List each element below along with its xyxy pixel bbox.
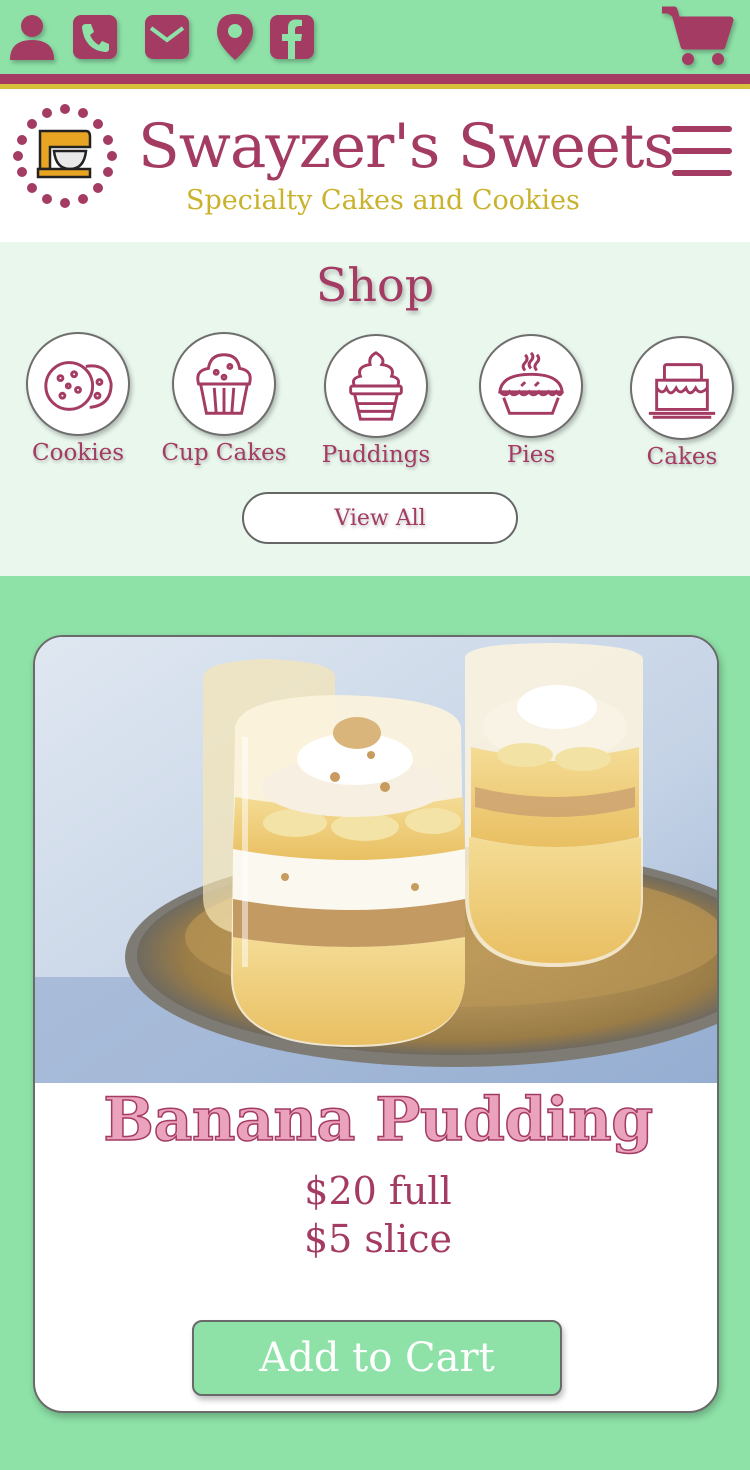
cart-icon[interactable]	[660, 4, 734, 68]
category-label: Cakes	[646, 444, 718, 470]
category-label: Cookies	[32, 440, 124, 466]
phone-icon[interactable]	[71, 12, 119, 62]
top-contact-bar	[0, 0, 750, 74]
cake-icon	[648, 363, 716, 419]
category-cakes[interactable]: Cakes	[612, 336, 750, 470]
category-cup-cakes[interactable]: Cup Cakes	[154, 332, 294, 466]
shop-section: Shop Cookies Cup Cakes Puddings Pies Cak…	[0, 242, 750, 576]
category-puddings[interactable]: Puddings	[306, 334, 446, 468]
user-icon[interactable]	[8, 12, 56, 62]
shop-title: Shop	[315, 258, 435, 312]
category-label: Pies	[506, 442, 556, 468]
category-pies[interactable]: Pies	[461, 334, 601, 468]
category-cookies[interactable]: Cookies	[8, 332, 148, 466]
cookies-icon	[44, 361, 113, 411]
email-icon[interactable]	[143, 12, 191, 62]
brand-name[interactable]: Swayzer's Sweets	[138, 111, 675, 182]
category-label: Puddings	[321, 442, 431, 468]
pudding-icon	[349, 351, 403, 421]
pie-icon	[498, 351, 564, 415]
location-icon[interactable]	[211, 12, 259, 62]
hamburger-menu-icon[interactable]	[672, 126, 732, 178]
facebook-icon[interactable]	[268, 12, 316, 62]
brand-tagline: Specialty Cakes and Cookies	[186, 185, 580, 216]
product-name: Banana Pudding	[103, 1084, 655, 1156]
product-photo	[35, 637, 717, 1083]
site-header: Swayzer's Sweets Specialty Cakes and Coo…	[0, 89, 750, 242]
stand-mixer-icon[interactable]	[12, 103, 118, 209]
price-full: $20 full	[304, 1169, 452, 1213]
cupcake-icon	[196, 353, 252, 415]
category-label: Cup Cakes	[161, 440, 287, 466]
product-card: Banana Pudding $20 full $5 slice Add to …	[33, 635, 719, 1413]
view-all-button[interactable]: View All	[242, 492, 518, 544]
price-slice: $5 slice	[303, 1217, 452, 1261]
header-stripe	[0, 74, 750, 84]
add-to-cart-button[interactable]: Add to Cart	[192, 1320, 562, 1396]
